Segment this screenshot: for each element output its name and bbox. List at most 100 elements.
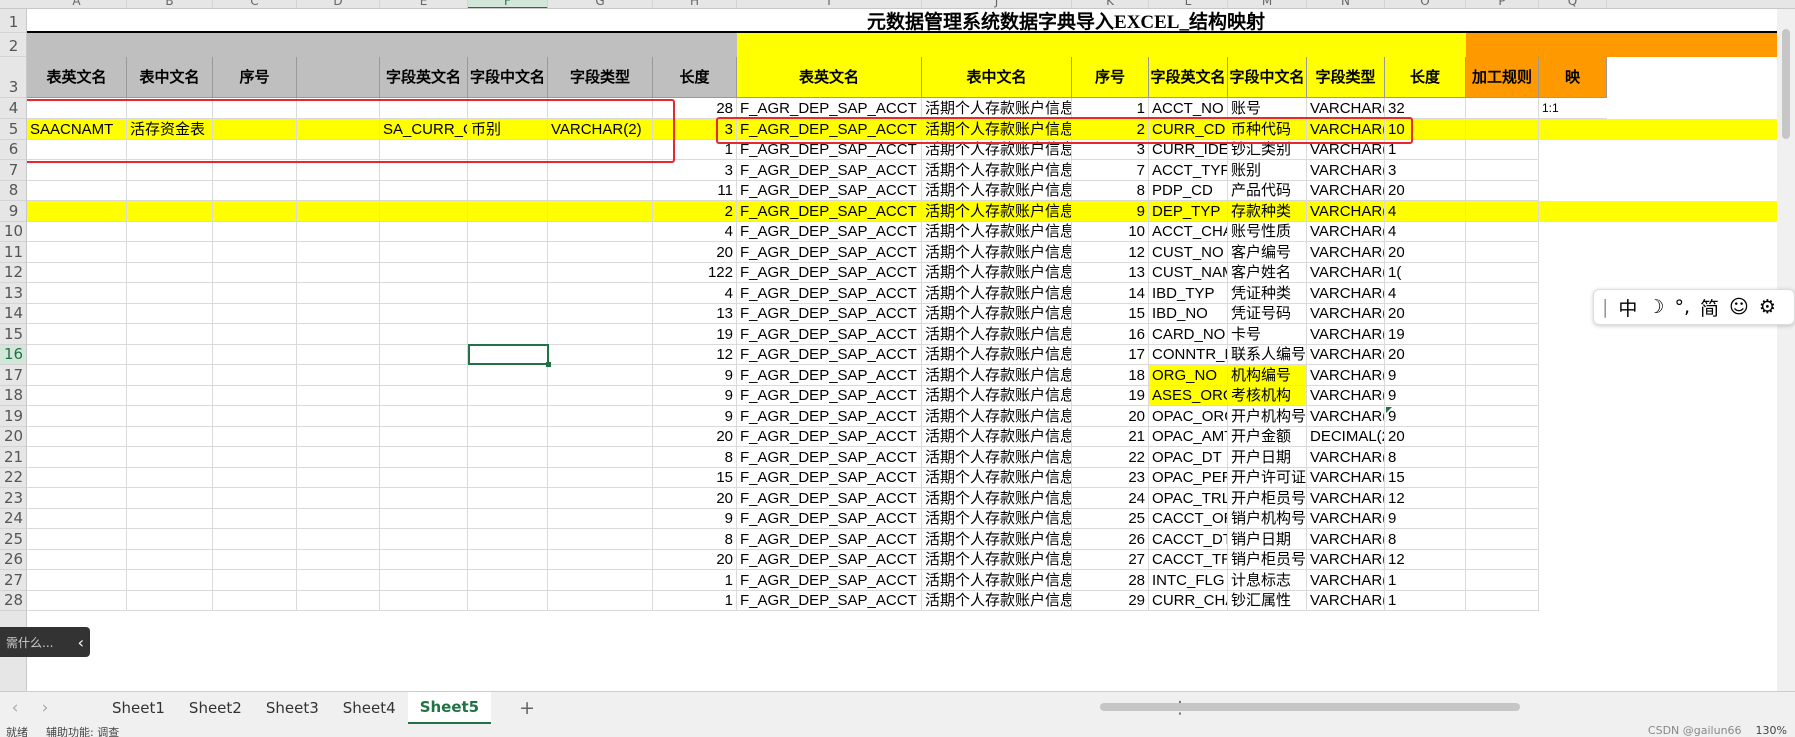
data-cell-h[interactable]: 4 [653, 222, 737, 242]
empty-cell[interactable] [213, 468, 297, 488]
empty-cell[interactable] [127, 304, 213, 324]
data-cell-n[interactable]: VARCHAR(1 [1307, 591, 1385, 611]
empty-cell[interactable] [468, 181, 548, 201]
data-cell-h[interactable]: 9 [653, 509, 737, 529]
data-cell-k[interactable]: 1 [1072, 98, 1149, 119]
empty-cell[interactable] [213, 160, 297, 181]
empty-cell[interactable] [468, 591, 548, 611]
empty-cell[interactable] [127, 160, 213, 181]
data-cell-l[interactable]: CACCT_TRI [1149, 550, 1228, 570]
data-cell-i[interactable]: F_AGR_DEP_SAP_ACCT [737, 406, 922, 427]
empty-cell[interactable] [213, 488, 297, 509]
data-cell-l[interactable]: CURR_CHA [1149, 591, 1228, 611]
data-cell-i[interactable]: F_AGR_DEP_SAP_ACCT [737, 201, 922, 222]
data-cell-l[interactable]: CARD_NO [1149, 324, 1228, 345]
data-cell-h[interactable]: 13 [653, 304, 737, 324]
column-header-p[interactable]: P [1466, 0, 1539, 8]
empty-cell[interactable] [1466, 406, 1539, 427]
empty-cell[interactable] [380, 324, 468, 345]
row-header-9[interactable]: 9 [0, 201, 26, 222]
row-header-20[interactable]: 20 [0, 427, 26, 447]
data-cell-j[interactable]: 活期个人存款账户信息 [922, 386, 1072, 406]
moon-icon[interactable]: ☽ [1647, 296, 1664, 318]
empty-cell[interactable] [548, 304, 653, 324]
empty-cell[interactable] [297, 345, 380, 365]
data-cell-h[interactable]: 19 [653, 324, 737, 345]
emoji-icon[interactable]: ☺ [1729, 296, 1749, 318]
empty-cell[interactable] [1466, 201, 1539, 222]
data-cell-j[interactable]: 活期个人存款账户信息 [922, 263, 1072, 283]
data-cell-i[interactable]: F_AGR_DEP_SAP_ACCT [737, 386, 922, 406]
empty-cell[interactable] [127, 550, 213, 570]
data-cell-o[interactable]: 20 [1385, 304, 1466, 324]
data-cell-j[interactable]: 活期个人存款账户信息 [922, 345, 1072, 365]
empty-cell[interactable] [1466, 488, 1539, 509]
row-header-15[interactable]: 15 [0, 324, 26, 345]
data-cell-n[interactable]: VARCHAR(4 [1307, 283, 1385, 304]
data-cell-i[interactable]: F_AGR_DEP_SAP_ACCT [737, 550, 922, 570]
empty-cell[interactable] [297, 406, 380, 427]
data-cell-j[interactable]: 活期个人存款账户信息 [922, 406, 1072, 427]
data-cell-o[interactable]: 4 [1385, 283, 1466, 304]
empty-cell[interactable] [127, 406, 213, 427]
empty-cell[interactable] [468, 406, 548, 427]
empty-cell[interactable] [213, 242, 297, 263]
data-cell-j[interactable]: 活期个人存款账户信息 [922, 242, 1072, 263]
empty-cell[interactable] [27, 406, 127, 427]
empty-cell[interactable] [297, 181, 380, 201]
empty-cell[interactable] [380, 365, 468, 386]
data-cell-j[interactable]: 活期个人存款账户信息 [922, 324, 1072, 345]
empty-cell[interactable] [1466, 160, 1539, 181]
data-cell-j[interactable]: 活期个人存款账户信息 [922, 160, 1072, 181]
empty-cell[interactable] [213, 119, 297, 140]
column-header-g[interactable]: G [548, 0, 653, 8]
empty-cell[interactable] [213, 304, 297, 324]
row-header-7[interactable]: 7 [0, 160, 26, 181]
data-cell-n[interactable]: VARCHAR(2 [1307, 345, 1385, 365]
data-cell-o[interactable]: 12 [1385, 488, 1466, 509]
empty-cell[interactable] [297, 591, 380, 611]
data-cell-k[interactable]: 21 [1072, 427, 1149, 447]
data-cell-i[interactable]: F_AGR_DEP_SAP_ACCT [737, 242, 922, 263]
empty-cell[interactable] [468, 509, 548, 529]
data-cell-k[interactable]: 19 [1072, 386, 1149, 406]
empty-cell[interactable] [468, 468, 548, 488]
header-right-4[interactable]: 字段中文名 [1228, 57, 1307, 98]
data-cell-h[interactable]: 8 [653, 529, 737, 550]
header-left-7[interactable]: 长度 [653, 57, 737, 98]
empty-cell[interactable] [213, 427, 297, 447]
data-cell-j[interactable]: 活期个人存款账户信息 [922, 222, 1072, 242]
empty-cell[interactable] [1466, 345, 1539, 365]
empty-cell[interactable] [1466, 365, 1539, 386]
data-cell-n[interactable]: VARCHAR(1 [1307, 140, 1385, 160]
data-cell-l[interactable]: ASES_ORG [1149, 386, 1228, 406]
data-cell-h[interactable]: 12 [653, 345, 737, 365]
empty-cell[interactable] [380, 222, 468, 242]
empty-cell[interactable] [1466, 119, 1539, 140]
empty-cell[interactable] [297, 468, 380, 488]
data-cell-o[interactable]: 8 [1385, 529, 1466, 550]
data-cell-k[interactable]: 3 [1072, 140, 1149, 160]
empty-cell[interactable] [213, 406, 297, 427]
zoom-level[interactable]: 130% [1756, 724, 1787, 737]
empty-cell[interactable] [548, 222, 653, 242]
row-header-19[interactable]: 19 [0, 406, 26, 427]
empty-cell[interactable] [468, 529, 548, 550]
data-cell-k[interactable]: 12 [1072, 242, 1149, 263]
accessibility-status[interactable]: 辅助功能: 调查 [46, 724, 119, 737]
column-header-b[interactable]: B [127, 0, 213, 8]
header-left-6[interactable]: 字段类型 [548, 57, 653, 98]
empty-cell[interactable] [213, 283, 297, 304]
data-cell-h[interactable]: 1 [653, 570, 737, 591]
empty-cell[interactable] [127, 365, 213, 386]
data-cell-n[interactable]: VARCHAR(9 [1307, 406, 1385, 427]
row-header-14[interactable]: 14 [0, 304, 26, 324]
empty-cell[interactable] [297, 140, 380, 160]
column-header-j[interactable]: J [922, 0, 1072, 8]
data-cell-m[interactable]: 账号 [1228, 98, 1307, 119]
header-left-4[interactable]: 字段英文名 [380, 57, 468, 98]
data-cell-k[interactable]: 9 [1072, 201, 1149, 222]
data-cell-o[interactable]: 20 [1385, 242, 1466, 263]
empty-cell[interactable] [1466, 304, 1539, 324]
row-header-13[interactable]: 13 [0, 283, 26, 304]
